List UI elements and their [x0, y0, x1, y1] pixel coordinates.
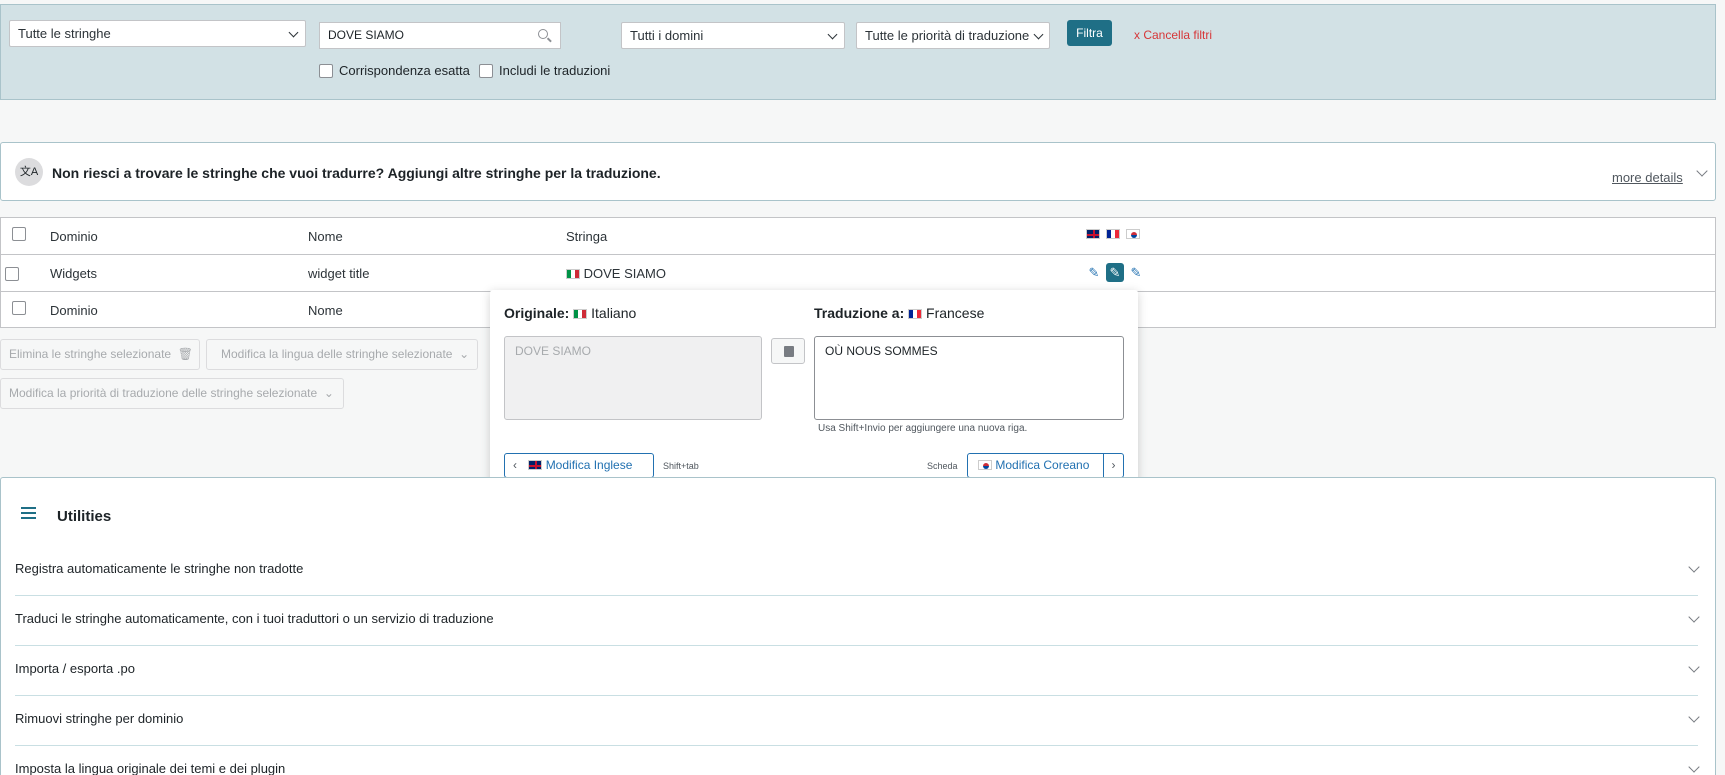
- original-label: Originale:: [504, 305, 570, 321]
- column-footer-domain[interactable]: Dominio: [50, 303, 98, 318]
- original-text-area: DOVE SIAMO: [504, 336, 762, 420]
- row-domain: Widgets: [50, 266, 97, 281]
- chevron-down-icon: [1033, 29, 1044, 40]
- translation-text-area[interactable]: OÙ NOUS SOMMES: [814, 336, 1124, 420]
- exact-match-checkbox[interactable]: [319, 63, 333, 78]
- edit-english-button[interactable]: ‹ Modifica Inglese: [504, 453, 654, 478]
- translation-label: Traduzione a:: [814, 305, 905, 321]
- more-details-link[interactable]: more details: [1612, 170, 1683, 185]
- include-translations-checkbox[interactable]: [479, 63, 493, 78]
- select-all-checkbox[interactable]: [12, 227, 26, 241]
- chevron-down-icon: [1688, 711, 1700, 723]
- utility-item[interactable]: Traduci le stringhe automaticamente, con…: [15, 596, 1700, 646]
- column-header-domain[interactable]: Dominio: [50, 229, 98, 244]
- filter-bar: Tutte le stringhe DOVE SIAMO Tutti i dom…: [0, 4, 1716, 100]
- domains-select[interactable]: Tutti i domini: [621, 22, 845, 49]
- priority-select-value: Tutte le priorità di traduzione: [865, 28, 1030, 43]
- translation-language: Francese: [926, 305, 985, 321]
- table-row: Widgets widget title DOVE SIAMO ✎ ✎ ✎: [1, 255, 1715, 292]
- edit-french-pencil-icon[interactable]: ✎: [1106, 263, 1124, 282]
- clear-filters-link[interactable]: x Cancella filtri: [1134, 28, 1212, 42]
- chevron-down-icon: [827, 29, 838, 40]
- translate-icon: 文A: [15, 158, 43, 186]
- include-translations-option[interactable]: Includi le traduzioni: [479, 63, 610, 78]
- change-priority-label: Modifica la priorità di traduzione delle…: [9, 386, 318, 400]
- france-flag-icon: [1106, 229, 1120, 239]
- utility-item-label: Imposta la lingua originale dei temi e d…: [15, 761, 286, 775]
- delete-selected-button[interactable]: Elimina le stringhe selezionate 🗑: [0, 339, 200, 370]
- domains-select-value: Tutti i domini: [630, 28, 704, 43]
- edit-korean-pencil-icon[interactable]: ✎: [1128, 265, 1144, 281]
- uk-flag-icon: [1086, 229, 1100, 239]
- next-shortcut: Scheda: [927, 461, 958, 471]
- utility-item[interactable]: Importa / esporta .po: [15, 646, 1700, 696]
- row-string: DOVE SIAMO: [566, 266, 666, 281]
- edit-english-label: Modifica Inglese: [545, 458, 633, 472]
- translation-editor-popup: Originale: Italiano Traduzione a: France…: [490, 290, 1138, 492]
- france-flag-icon: [908, 309, 923, 319]
- prev-shortcut: Shift+tab: [663, 461, 699, 471]
- chevron-down-icon: [1688, 611, 1700, 623]
- search-input-value: DOVE SIAMO: [328, 28, 405, 42]
- exact-match-label: Corrispondenza esatta: [339, 63, 470, 78]
- include-translations-label: Includi le traduzioni: [499, 63, 611, 78]
- korea-flag-icon: [1126, 229, 1140, 239]
- filter-button[interactable]: Filtra: [1067, 20, 1112, 46]
- chevron-left-icon: ‹: [513, 458, 517, 472]
- notice-message: Non riesci a trovare le stringhe che vuo…: [52, 165, 661, 181]
- change-language-button[interactable]: Modifica la lingua delle stringhe selezi…: [206, 339, 478, 370]
- settings-sliders-icon: [21, 506, 36, 520]
- column-header-string[interactable]: Stringa: [566, 229, 607, 244]
- utilities-panel: Utilities Registra automaticamente le st…: [0, 477, 1716, 775]
- chevron-down-icon: ⌄: [320, 386, 334, 400]
- strings-select[interactable]: Tutte le stringhe: [9, 20, 306, 47]
- strings-select-value: Tutte le stringhe: [18, 26, 111, 41]
- italy-flag-icon: [566, 269, 580, 279]
- priority-select[interactable]: Tutte le priorità di traduzione: [856, 22, 1050, 49]
- chevron-down-icon: ⌄: [455, 347, 470, 361]
- chevron-down-icon: [1688, 661, 1700, 673]
- utility-item-label: Traduci le stringhe automaticamente, con…: [15, 611, 494, 626]
- edit-korean-label: Modifica Coreano: [995, 458, 1090, 472]
- trash-icon: 🗑: [174, 347, 194, 361]
- row-name: widget title: [308, 266, 370, 281]
- row-string-text: DOVE SIAMO: [583, 266, 666, 281]
- copy-icon: [784, 346, 794, 357]
- edit-korean-button[interactable]: Modifica Coreano ›: [967, 453, 1124, 478]
- utility-item-label: Rimuovi stringhe per dominio: [15, 711, 184, 726]
- table-header-row: Dominio Nome Stringa: [1, 218, 1715, 255]
- change-priority-button[interactable]: Modifica la priorità di traduzione delle…: [0, 378, 344, 409]
- chevron-down-icon: [1688, 761, 1700, 773]
- utility-item-label: Registra automaticamente le stringhe non…: [15, 561, 304, 576]
- column-footer-name[interactable]: Nome: [308, 303, 343, 318]
- chevron-down-icon: [1688, 561, 1700, 573]
- column-header-name[interactable]: Nome: [308, 229, 343, 244]
- search-icon: [538, 29, 548, 39]
- utility-item[interactable]: Imposta la lingua originale dei temi e d…: [15, 746, 1700, 775]
- change-language-label: Modifica la lingua delle stringhe selezi…: [221, 347, 453, 361]
- select-all-checkbox-footer[interactable]: [12, 301, 26, 315]
- exact-match-option[interactable]: Corrispondenza esatta: [319, 63, 470, 78]
- add-strings-notice: 文A Non riesci a trovare le stringhe che …: [0, 142, 1716, 201]
- chevron-right-icon: ›: [1103, 454, 1123, 477]
- utility-item[interactable]: Registra automaticamente le stringhe non…: [15, 546, 1700, 596]
- edit-english-pencil-icon[interactable]: ✎: [1086, 265, 1102, 281]
- language-flags: [1086, 229, 1140, 239]
- newline-hint: Usa Shift+Invio per aggiungere una nuova…: [818, 423, 1028, 434]
- translation-heading: Traduzione a: Francese: [814, 305, 984, 321]
- italy-flag-icon: [573, 309, 588, 319]
- uk-flag-icon: [528, 460, 543, 470]
- utilities-title: Utilities: [57, 508, 112, 525]
- utility-item[interactable]: Rimuovi stringhe per dominio: [15, 696, 1700, 746]
- copy-original-button[interactable]: [771, 338, 805, 364]
- row-checkbox[interactable]: [5, 267, 19, 281]
- chevron-down-icon[interactable]: [1696, 165, 1708, 177]
- delete-selected-label: Elimina le stringhe selezionate: [9, 347, 172, 361]
- chevron-down-icon: [288, 27, 299, 38]
- original-language: Italiano: [591, 305, 637, 321]
- original-heading: Originale: Italiano: [504, 305, 636, 321]
- search-input[interactable]: DOVE SIAMO: [319, 22, 561, 49]
- korea-flag-icon: [978, 460, 992, 470]
- utility-item-label: Importa / esporta .po: [15, 661, 135, 676]
